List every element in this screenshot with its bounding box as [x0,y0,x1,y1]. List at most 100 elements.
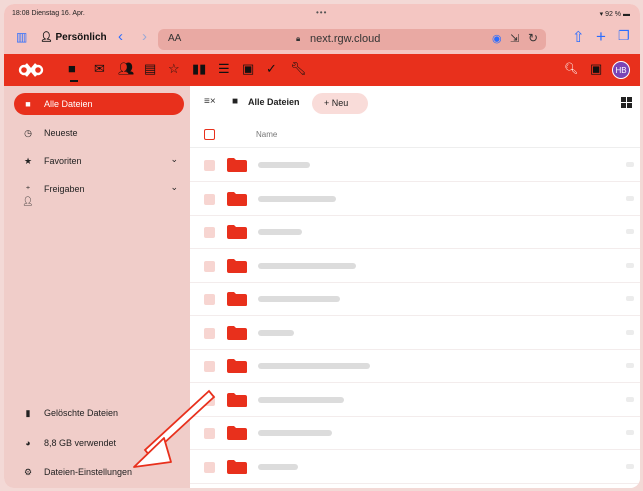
table-row[interactable] [190,384,640,417]
row-actions-icon[interactable] [626,162,634,167]
folder-icon [227,325,247,340]
tools-app-icon[interactable]: 🔧︎ [290,62,307,76]
file-name[interactable] [258,396,344,403]
storage-usage[interactable]: ◕ 8,8 GB verwendet [14,432,184,454]
file-name[interactable] [258,296,340,302]
file-name[interactable] [258,262,356,269]
forward-button[interactable]: › [142,28,147,45]
ipad-screen: 18:08 Dienstag 16. Apr. ••• ▾ 92 % ▬ ▥ 👤… [4,4,640,488]
table-row[interactable] [190,149,640,182]
table-row[interactable] [190,317,640,350]
back-button[interactable]: ‹ [118,28,123,45]
navigation-toggle-icon[interactable]: ≡× [204,96,216,107]
sidebar-item-favorites[interactable]: ★ Favoriten ⌄ [14,150,184,172]
row-checkbox[interactable] [204,193,215,205]
row-actions-icon[interactable] [626,262,634,268]
folder-icon [227,225,247,239]
row-checkbox[interactable] [204,227,215,238]
battery-percent: 92 % [605,11,622,18]
battery-indicator: ▾ 92 % ▬ [600,10,630,18]
file-name[interactable] [258,162,310,168]
chevron-down-icon[interactable]: ⌄ [170,182,178,193]
file-name[interactable] [258,430,332,436]
row-actions-icon[interactable] [626,396,634,402]
files-app-icon[interactable]: ■ [68,62,76,76]
row-actions-icon[interactable] [626,363,634,368]
lock-icon: 🔒︎ [296,34,301,43]
folder-icon [227,459,247,474]
file-name[interactable] [258,363,370,369]
table-row[interactable] [190,216,640,249]
row-actions-icon[interactable] [626,430,634,435]
tab-group-button[interactable]: 👤︎ Persönlich [40,32,107,43]
tasks-app-icon[interactable]: ✓ [266,62,277,76]
row-checkbox[interactable] [204,394,215,406]
row-actions-icon[interactable] [626,229,634,234]
status-bar: 18:08 Dienstag 16. Apr. ••• ▾ 92 % ▬ [4,4,640,24]
row-checkbox[interactable] [204,327,215,339]
files-list-view: ≡× ■ Alle Dateien + Neu Name [190,86,640,488]
notes-app-icon[interactable]: ☰ [218,62,230,76]
table-row[interactable] [190,417,640,450]
row-actions-icon[interactable] [626,296,634,301]
active-app-indicator [70,80,78,82]
contacts-app-icon[interactable]: 👥︎ [118,62,135,76]
nextcloud-header: ■ ✉ 👥︎ ▤ ☆ ▮▮ ☰ ▣ ✓ 🔧︎ 🔍︎ ▣ HB [4,54,640,86]
reader-extension-icon[interactable]: ⇲ [510,32,519,45]
star-icon: ★ [23,156,33,166]
grid-view-icon[interactable] [621,97,632,108]
reload-icon[interactable]: ↻ [528,31,538,45]
file-name[interactable] [258,463,298,470]
table-row[interactable] [190,183,640,216]
contacts-menu-icon[interactable]: ▣ [590,62,602,76]
row-checkbox[interactable] [204,294,215,305]
calendar-app-icon[interactable]: ▤ [144,62,156,76]
sidebar-item-deleted-files[interactable]: ▮ Gelöschte Dateien [14,402,184,424]
table-row[interactable] [190,451,640,484]
row-actions-icon[interactable] [626,195,634,201]
tab-overview-icon[interactable]: ❐ [618,28,630,44]
row-actions-icon[interactable] [626,463,634,469]
address-bar[interactable]: AA 🔒︎ next.rgw.cloud ◉ ⇲ ↻ [158,29,546,50]
multitasking-dots-icon[interactable]: ••• [316,8,327,17]
table-row[interactable] [190,250,640,283]
text-size-button[interactable]: AA [168,33,181,44]
new-tab-icon[interactable]: + [596,27,606,47]
sidebar-item-label: Freigaben [44,184,85,194]
sidebar-item-recent[interactable]: ◷ Neueste [14,122,184,144]
privacy-icon[interactable]: ◉ [492,32,502,45]
activity-app-icon[interactable]: ☆ [168,62,180,76]
table-row[interactable] [190,350,640,383]
select-all-checkbox[interactable] [204,129,215,140]
home-folder-icon[interactable]: ■ [232,96,238,107]
file-name[interactable] [258,329,294,336]
row-checkbox[interactable] [204,461,215,473]
column-header-name[interactable]: Name [256,130,277,139]
row-checkbox[interactable] [204,361,215,372]
chevron-down-icon[interactable]: ⌄ [170,154,178,165]
status-time: 18:08 Dienstag 16. Apr. [12,10,85,17]
sidebar-item-label: Favoriten [44,156,82,166]
row-checkbox[interactable] [204,160,215,171]
row-actions-icon[interactable] [626,329,634,335]
table-row[interactable] [190,283,640,316]
photos-app-icon[interactable]: ▣ [242,62,254,76]
file-name[interactable] [258,229,302,235]
mail-app-icon[interactable]: ✉ [94,62,105,76]
nextcloud-logo-icon[interactable] [18,61,44,79]
row-checkbox[interactable] [204,428,215,439]
file-name[interactable] [258,195,336,202]
dashboard-app-icon[interactable]: ▮▮ [192,62,206,76]
search-icon[interactable]: 🔍︎ [564,62,578,76]
files-settings-button[interactable]: ⚙ Dateien-Einstellungen [14,461,184,483]
new-button[interactable]: + Neu [312,93,368,114]
tab-group-label: Persönlich [55,32,107,43]
breadcrumb[interactable]: Alle Dateien [248,97,300,107]
row-checkbox[interactable] [204,260,215,272]
sidebar-item-all-files[interactable]: ■ Alle Dateien [14,93,184,115]
sidebar-toggle-icon[interactable]: ▥ [16,30,27,44]
pie-chart-icon: ◕ [25,438,31,448]
share-icon[interactable]: ⇧ [572,28,585,46]
avatar[interactable]: HB [612,61,630,79]
sidebar-item-shares[interactable]: ⁺👤︎ Freigaben ⌄ [14,178,184,206]
